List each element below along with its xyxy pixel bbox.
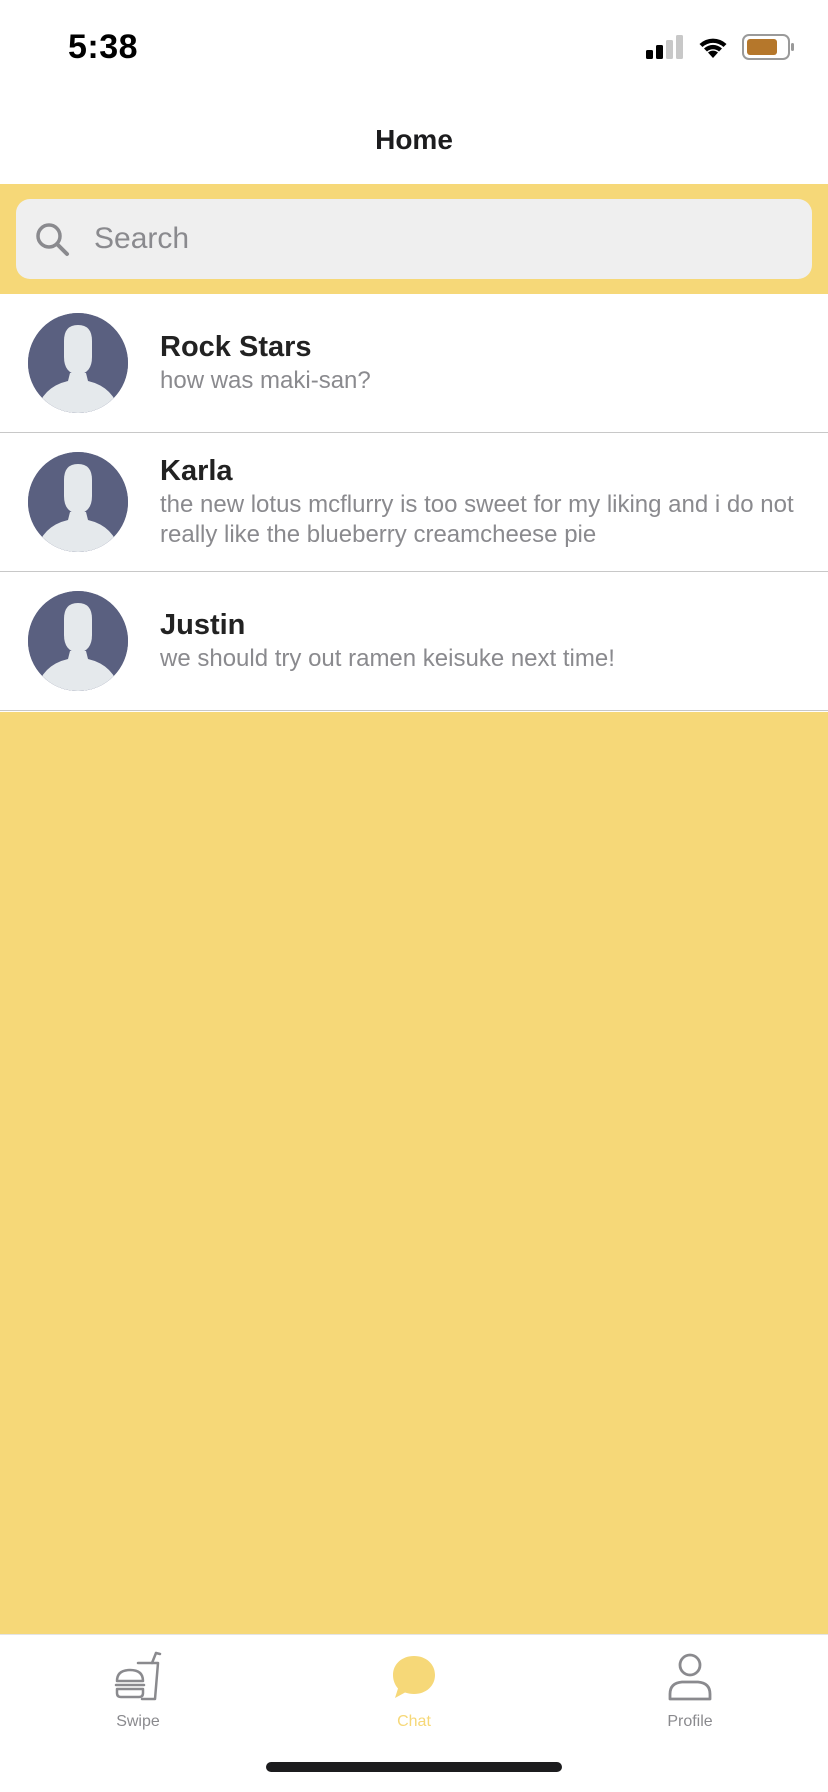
- chat-name: Justin: [160, 609, 246, 641]
- search-input[interactable]: [92, 221, 776, 257]
- search-box[interactable]: [16, 199, 812, 279]
- chat-name: Karla: [160, 455, 233, 487]
- avatar: [28, 452, 128, 552]
- tab-swipe[interactable]: Swipe: [38, 1649, 238, 1731]
- empty-background: [0, 712, 828, 1634]
- chat-row-rock-stars[interactable]: Rock Stars how was maki-san?: [0, 294, 828, 433]
- page-title: Home: [375, 124, 453, 155]
- tab-chat[interactable]: Chat: [314, 1649, 514, 1731]
- status-bar: 5:38: [0, 0, 828, 96]
- cellular-signal-icon: [646, 34, 684, 64]
- chat-text: Karla the new lotus mcflurry is too swee…: [160, 454, 804, 550]
- nav-bar: Home: [0, 96, 828, 184]
- default-person-icon: [28, 313, 128, 413]
- avatar: [28, 591, 128, 691]
- tab-label: Chat: [397, 1713, 431, 1730]
- avatar: [28, 313, 128, 413]
- chat-list: Rock Stars how was maki-san? Karla the n…: [0, 294, 828, 711]
- chat-text: Justin we should try out ramen keisuke n…: [160, 608, 804, 674]
- wifi-icon: [696, 34, 730, 65]
- chat-text: Rock Stars how was maki-san?: [160, 330, 804, 396]
- tab-label: Profile: [667, 1713, 713, 1730]
- chat-preview: we should try out ramen keisuke next tim…: [160, 645, 615, 672]
- chat-preview: the new lotus mcflurry is too sweet for …: [160, 491, 794, 548]
- default-person-icon: [28, 452, 128, 552]
- burger-drink-icon: [110, 1649, 166, 1705]
- search-icon: [32, 219, 72, 259]
- home-indicator: [266, 1762, 562, 1772]
- status-icons: [646, 33, 796, 65]
- default-person-icon: [28, 591, 128, 691]
- person-icon: [662, 1649, 718, 1705]
- chat-name: Rock Stars: [160, 331, 312, 363]
- tab-label: Swipe: [116, 1713, 160, 1730]
- chat-preview: how was maki-san?: [160, 367, 371, 394]
- chat-bubble-icon: [386, 1649, 442, 1705]
- battery-icon: [742, 33, 796, 65]
- search-container: [0, 184, 828, 294]
- tab-profile[interactable]: Profile: [590, 1649, 790, 1731]
- chat-row-karla[interactable]: Karla the new lotus mcflurry is too swee…: [0, 433, 828, 572]
- status-time: 5:38: [68, 28, 139, 66]
- chat-row-justin[interactable]: Justin we should try out ramen keisuke n…: [0, 572, 828, 711]
